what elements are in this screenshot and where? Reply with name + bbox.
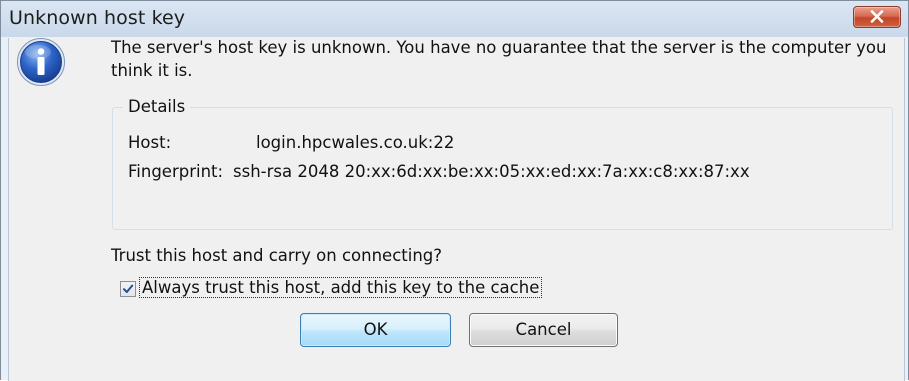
checkmark-icon	[123, 284, 134, 293]
cancel-button[interactable]: Cancel	[469, 313, 618, 347]
host-label: Host:	[128, 133, 172, 152]
fingerprint-label: Fingerprint:	[128, 162, 224, 181]
title-bar[interactable]: Unknown host key	[1, 1, 908, 37]
message-text: The server's host key is unknown. You ha…	[111, 38, 887, 80]
close-icon	[870, 10, 884, 23]
ok-button[interactable]: OK	[300, 313, 451, 347]
details-title: Details	[123, 97, 191, 116]
trust-question: Trust this host and carry on connecting?	[111, 246, 443, 265]
always-trust-checkbox[interactable]	[120, 281, 136, 297]
always-trust-label[interactable]: Always trust this host, add this key to …	[138, 277, 543, 298]
window-title: Unknown host key	[9, 7, 186, 29]
host-value: login.hpcwales.co.uk:22	[256, 133, 455, 152]
info-icon	[17, 38, 65, 86]
fingerprint-value: ssh-rsa 2048 20:xx:6d:xx:be:xx:05:xx:ed:…	[233, 162, 750, 181]
close-button[interactable]	[853, 6, 901, 28]
dialog-window: Unknown host key The server's host key i…	[0, 0, 909, 381]
